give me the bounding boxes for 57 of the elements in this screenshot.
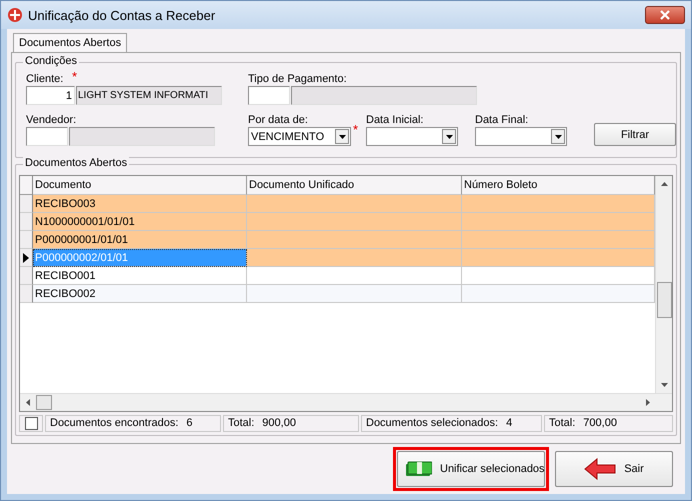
dropdown[interactable]: VENCIMENTO bbox=[248, 127, 351, 146]
field-label: Vendedor: bbox=[26, 114, 76, 126]
scroll-right-icon[interactable] bbox=[646, 398, 650, 406]
status-label: Documentos encontrados: bbox=[50, 417, 178, 430]
required-asterisk: * bbox=[353, 122, 358, 137]
code-field[interactable] bbox=[248, 86, 290, 105]
name-field[interactable] bbox=[69, 127, 215, 146]
status-label: Documentos selecionados: bbox=[366, 417, 498, 430]
row-indicator[interactable] bbox=[20, 249, 33, 267]
select-all-checkbox[interactable] bbox=[24, 416, 38, 430]
grid-row[interactable]: P000000001/01/01 bbox=[20, 231, 655, 249]
status-value: 900,00 bbox=[262, 417, 296, 430]
grid-row[interactable]: N1000000001/01/01 bbox=[20, 213, 655, 231]
code-field[interactable] bbox=[26, 127, 68, 146]
horizontal-scrollbar[interactable] bbox=[20, 392, 672, 411]
status-value: 6 bbox=[186, 417, 193, 430]
scroll-up-icon[interactable] bbox=[660, 182, 668, 186]
scroll-left-icon[interactable] bbox=[26, 398, 30, 406]
field-label: Data Final: bbox=[475, 114, 528, 126]
filter-button[interactable]: Filtrar bbox=[594, 123, 676, 146]
column-header[interactable]: Documento bbox=[33, 176, 247, 195]
tab[interactable]: Documentos Abertos bbox=[13, 33, 128, 52]
close-icon bbox=[660, 10, 670, 20]
vertical-scrollbar[interactable] bbox=[655, 176, 672, 393]
unify-button[interactable]: Unificar selecionados bbox=[397, 451, 545, 487]
code-field[interactable]: 1 bbox=[26, 86, 75, 105]
field-label: Cliente: bbox=[26, 73, 64, 85]
status-value: 4 bbox=[506, 417, 512, 430]
scroll-thumb[interactable] bbox=[656, 282, 672, 318]
field-label: Por data de: bbox=[248, 114, 308, 126]
group-title: Documentos Abertos bbox=[23, 157, 130, 169]
scroll-down-icon[interactable] bbox=[660, 382, 668, 387]
grid-row[interactable]: RECIBO003 bbox=[20, 195, 655, 213]
left-arrow-icon bbox=[584, 458, 616, 480]
table-cell: P000000001/01/01 bbox=[33, 231, 247, 249]
money-stack-icon bbox=[406, 461, 432, 477]
name-field[interactable] bbox=[291, 86, 477, 105]
table-cell: P000000002/01/01 bbox=[33, 249, 247, 267]
required-asterisk: * bbox=[72, 69, 78, 84]
table-cell: RECIBO003 bbox=[33, 195, 247, 213]
table-cell: RECIBO002 bbox=[33, 285, 247, 303]
scroll-thumb[interactable] bbox=[36, 394, 52, 410]
field-label: Tipo de Pagamento: bbox=[248, 73, 347, 85]
status-label: Total: bbox=[228, 417, 254, 430]
column-header[interactable]: Número Boleto bbox=[462, 176, 655, 195]
status-label: Total: bbox=[549, 417, 576, 430]
exit-button[interactable]: Sair bbox=[555, 451, 673, 487]
column-header[interactable]: Documento Unificado bbox=[247, 176, 462, 195]
name-field[interactable]: LIGHT SYSTEM INFORMATI bbox=[76, 86, 222, 105]
app-logo-icon bbox=[7, 7, 23, 23]
group-title: Condições bbox=[23, 55, 79, 67]
table-cell: N1000000001/01/01 bbox=[33, 213, 247, 231]
close-button[interactable] bbox=[645, 6, 685, 24]
status-value: 700,00 bbox=[583, 417, 617, 430]
window-title: Unificação do Contas a Receber bbox=[28, 8, 216, 22]
field-label: Data Inicial: bbox=[366, 114, 424, 126]
grid-row[interactable]: RECIBO002 bbox=[20, 285, 655, 303]
